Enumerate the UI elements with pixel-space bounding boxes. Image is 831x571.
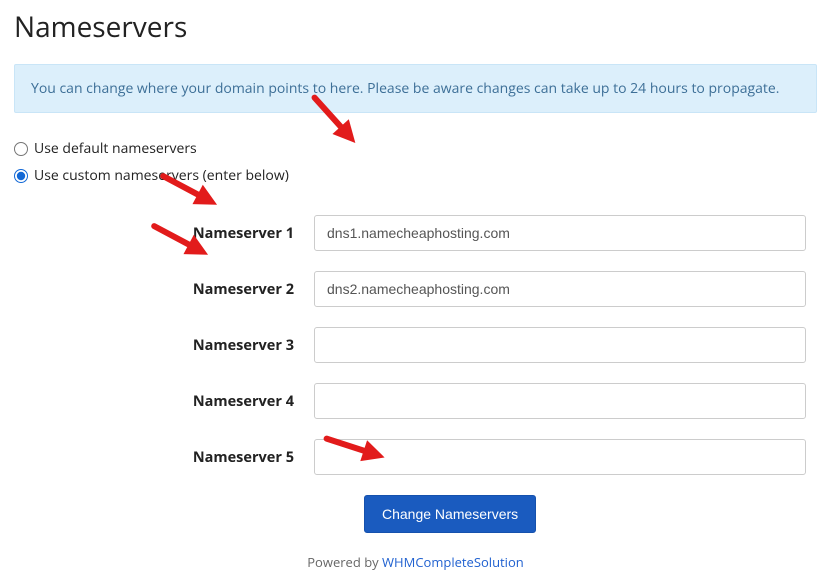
- info-banner: You can change where your domain points …: [14, 64, 817, 113]
- ns1-row: Nameserver 1: [14, 215, 817, 251]
- ns1-input[interactable]: [314, 215, 806, 251]
- nameserver-mode-group: Use default nameservers Use custom names…: [14, 139, 817, 185]
- ns4-row: Nameserver 4: [14, 383, 817, 419]
- ns3-input[interactable]: [314, 327, 806, 363]
- ns4-label: Nameserver 4: [14, 392, 314, 411]
- ns2-input[interactable]: [314, 271, 806, 307]
- ns4-input[interactable]: [314, 383, 806, 419]
- submit-row: Change Nameservers: [14, 495, 817, 533]
- nameserver-fields: Nameserver 1 Nameserver 2 Nameserver 3 N…: [14, 215, 817, 475]
- ns3-label: Nameserver 3: [14, 336, 314, 355]
- ns5-row: Nameserver 5: [14, 439, 817, 475]
- ns2-row: Nameserver 2: [14, 271, 817, 307]
- ns3-row: Nameserver 3: [14, 327, 817, 363]
- ns5-input[interactable]: [314, 439, 806, 475]
- radio-custom-row[interactable]: Use custom nameservers (enter below): [14, 166, 817, 185]
- footer: Powered by WHMCompleteSolution: [14, 549, 817, 571]
- footer-prefix: Powered by: [307, 553, 382, 571]
- page-title: Nameservers: [14, 0, 817, 64]
- radio-default-label[interactable]: Use default nameservers: [34, 139, 197, 158]
- radio-custom[interactable]: [14, 169, 28, 183]
- radio-default-row[interactable]: Use default nameservers: [14, 139, 817, 158]
- ns2-label: Nameserver 2: [14, 280, 314, 299]
- change-nameservers-button[interactable]: Change Nameservers: [364, 495, 536, 533]
- radio-custom-label[interactable]: Use custom nameservers (enter below): [34, 166, 289, 185]
- radio-default[interactable]: [14, 142, 28, 156]
- ns5-label: Nameserver 5: [14, 448, 314, 467]
- footer-link[interactable]: WHMCompleteSolution: [382, 553, 524, 571]
- ns1-label: Nameserver 1: [14, 224, 314, 243]
